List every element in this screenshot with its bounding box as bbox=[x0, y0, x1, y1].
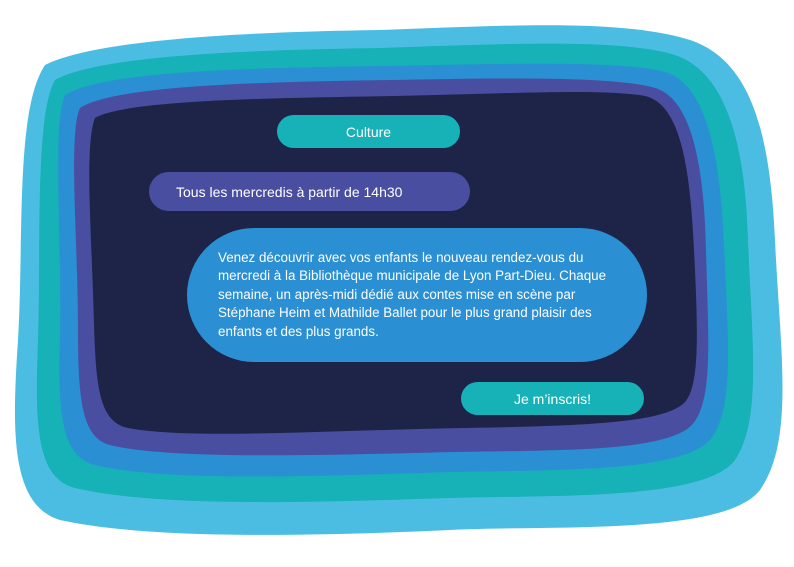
description-text: Venez découvrir avec vos enfants le nouv… bbox=[218, 249, 607, 339]
culture-category-tag: Culture bbox=[277, 115, 460, 148]
register-button-label: Je m’inscris! bbox=[513, 390, 591, 407]
schedule-pill: Tous les mercredis à partir de 14h30 bbox=[149, 172, 470, 211]
schedule-text: Tous les mercredis à partir de 14h30 bbox=[176, 183, 403, 200]
register-button[interactable]: Je m’inscris! bbox=[461, 382, 644, 415]
event-card: Culture Tous les mercredis à partir de 1… bbox=[0, 0, 794, 567]
culture-tag-label: Culture bbox=[345, 123, 392, 140]
description-bubble: Venez découvrir avec vos enfants le nouv… bbox=[187, 228, 647, 362]
